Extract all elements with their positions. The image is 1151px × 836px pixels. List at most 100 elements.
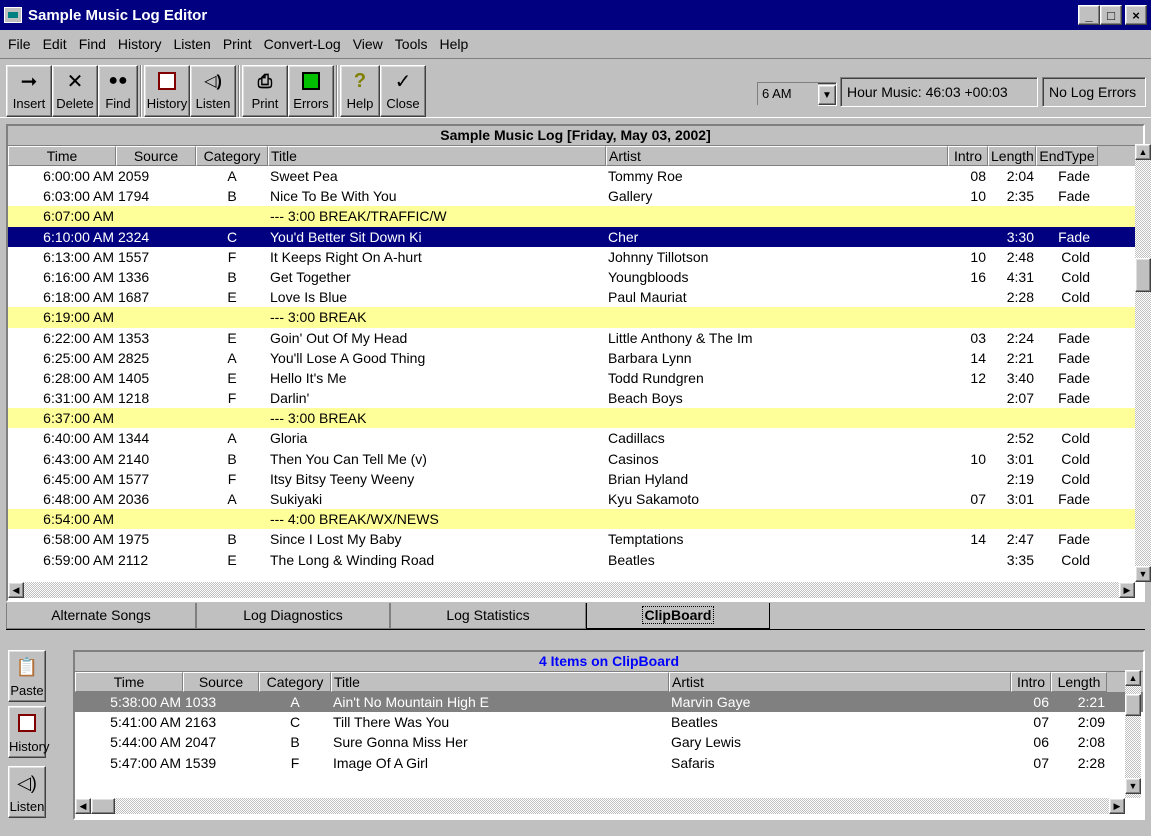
maximize-button[interactable]: □ (1100, 5, 1122, 25)
column-header-source[interactable]: Source (183, 672, 259, 692)
menu-listen[interactable]: Listen (167, 36, 216, 52)
scroll-down-icon[interactable]: ▼ (1125, 778, 1141, 794)
log-horizontal-scrollbar[interactable] (8, 582, 1135, 598)
tab-log-statistics[interactable]: Log Statistics (390, 603, 586, 629)
column-header-title[interactable]: Title (331, 672, 669, 692)
table-row[interactable]: 6:03:00 AM 1794 B Nice To Be With You Galler… (8, 186, 1143, 206)
table-row[interactable]: 6:22:00 AM 1353 E Goin' Out Of My Head Littl… (8, 328, 1143, 348)
break-row[interactable]: 6:19:00 AM --- 3:00 BREAK (8, 307, 1143, 328)
column-header-artist[interactable]: Artist (606, 146, 948, 166)
table-row[interactable]: 6:13:00 AM 1557 F It Keeps Right On A-hurt J… (8, 247, 1143, 267)
column-header-source[interactable]: Source (116, 146, 196, 166)
clip-history-button[interactable]: History (8, 706, 49, 758)
column-header-time[interactable]: Time (75, 672, 183, 692)
menu-print[interactable]: Print (217, 36, 258, 52)
menu-history[interactable]: History (112, 36, 168, 52)
table-row[interactable]: 6:59:00 AM 2112 E The Long & Winding Road Be… (8, 550, 1143, 570)
paste-button[interactable]: 📋 Paste (8, 650, 46, 702)
menu-find[interactable]: Find (73, 36, 112, 52)
menu-convert-log[interactable]: Convert-Log (258, 36, 347, 52)
column-header-intro[interactable]: Intro (1011, 672, 1051, 692)
scroll-right-icon[interactable]: ▶ (1119, 582, 1135, 598)
menu-help[interactable]: Help (433, 36, 474, 52)
break-row[interactable]: 6:37:00 AM --- 3:00 BREAK (8, 408, 1143, 429)
table-row[interactable]: 6:45:00 AM 1577 F Itsy Bitsy Teeny Weeny Bri… (8, 469, 1143, 489)
table-row[interactable]: 6:00:00 AM 2059 A Sweet Pea Tommy Roe 08 2:04 F… (8, 166, 1143, 186)
table-row[interactable]: 6:10:00 AM 2324 C You'd Better Sit Down Ki C… (8, 226, 1143, 247)
clipboard-horizontal-scrollbar[interactable] (75, 798, 1125, 814)
insert-button[interactable]: ➞ Insert (6, 65, 52, 117)
column-header-length[interactable]: Length (988, 146, 1036, 166)
tab-alternate-songs[interactable]: Alternate Songs (6, 603, 196, 629)
clipboard-hscroll-thumb[interactable] (91, 798, 115, 814)
scroll-up-icon[interactable]: ▲ (1125, 670, 1141, 686)
close-window-button[interactable]: × (1125, 5, 1147, 25)
hour-select[interactable]: 6 AM ▼ (757, 82, 837, 107)
table-row[interactable]: 5:41:00 AM 2163 C Till There Was You Beatles… (75, 712, 1143, 732)
errors-button[interactable]: Errors (288, 65, 334, 117)
clipboard-grid[interactable]: 4 Items on ClipBoard Time Source Category T… (73, 650, 1145, 820)
help-button[interactable]: ? Help (340, 65, 380, 117)
cell-category: E (227, 329, 237, 346)
cell-endtype: Cold (1061, 450, 1090, 467)
clip-listen-button[interactable]: ◁) Listen (8, 766, 46, 818)
cell-title: Till There Was You (333, 714, 450, 731)
scroll-up-icon[interactable]: ▲ (1135, 144, 1151, 160)
delete-button[interactable]: ✕ Delete (52, 65, 98, 117)
cell-category: A (290, 694, 300, 710)
listen-button[interactable]: ◁) Listen (190, 65, 236, 117)
menu-file[interactable]: File (2, 36, 37, 52)
menu-view[interactable]: View (347, 36, 389, 52)
cell-source: 1557 (118, 248, 150, 265)
minimize-button[interactable]: _ (1078, 5, 1100, 25)
menu-edit[interactable]: Edit (37, 36, 73, 52)
table-row[interactable]: 6:28:00 AM 1405 E Hello It's Me Todd Rundgre… (8, 368, 1143, 388)
tab-clipboard[interactable]: ClipBoard (586, 603, 770, 629)
table-row[interactable]: 5:44:00 AM 2047 B Sure Gonna Miss Her Gary L… (75, 732, 1143, 752)
column-header-endtype[interactable]: EndType (1036, 146, 1098, 166)
table-row[interactable]: 6:43:00 AM 2140 B Then You Can Tell Me (v) C… (8, 449, 1143, 469)
menu-tools[interactable]: Tools (389, 36, 434, 52)
scroll-down-icon[interactable]: ▼ (1135, 566, 1151, 582)
clipboard-caption: 4 Items on ClipBoard (75, 652, 1143, 672)
find-button[interactable]: ●● Find (98, 65, 138, 117)
music-log-grid[interactable]: Sample Music Log [Friday, May 03, 2002] … (6, 124, 1145, 602)
column-header-category[interactable]: Category (259, 672, 331, 692)
column-header-intro[interactable]: Intro (948, 146, 988, 166)
break-row[interactable]: 6:07:00 AM --- 3:00 BREAK/TRAFFIC/W (8, 206, 1143, 227)
table-row[interactable]: 6:16:00 AM 1336 B Get Together Youngbloods 16… (8, 267, 1143, 287)
table-row[interactable]: 6:48:00 AM 2036 A Sukiyaki Kyu Sakamoto 07 3:0… (8, 489, 1143, 509)
table-row[interactable]: 5:47:00 AM 1539 F Image Of A Girl Safaris 07 2… (75, 753, 1143, 773)
table-row[interactable]: 6:18:00 AM 1687 E Love Is Blue Paul Mauriat 2… (8, 287, 1143, 307)
break-row[interactable]: 6:54:00 AM --- 4:00 BREAK/WX/NEWS (8, 509, 1143, 530)
column-header-title[interactable]: Title (268, 146, 606, 166)
column-header-length[interactable]: Length (1051, 672, 1107, 692)
window-title: Sample Music Log Editor (28, 6, 208, 24)
column-header-category[interactable]: Category (196, 146, 268, 166)
table-row[interactable]: 6:58:00 AM 1975 B Since I Lost My Baby Tempt… (8, 529, 1143, 549)
print-button[interactable]: ⎙ Print (242, 65, 288, 117)
close-button[interactable]: ✓ Close (380, 65, 426, 117)
scroll-left-icon[interactable]: ◀ (75, 798, 91, 814)
column-header-artist[interactable]: Artist (669, 672, 1011, 692)
chevron-down-icon[interactable]: ▼ (818, 85, 836, 105)
column-header-time[interactable]: Time (8, 146, 116, 166)
cell-length: 3:01 (1006, 450, 1034, 467)
table-row[interactable]: 5:38:00 AM 1033 A Ain't No Mountain High E M… (75, 692, 1143, 713)
clipboard-scroll-thumb[interactable] (1125, 694, 1141, 716)
cell-title: Get Together (270, 268, 351, 285)
tab-log-diagnostics[interactable]: Log Diagnostics (196, 603, 390, 629)
log-vertical-scrollbar[interactable] (1135, 144, 1151, 582)
cell-source: 1336 (118, 268, 150, 285)
scroll-right-icon[interactable]: ▶ (1109, 798, 1125, 814)
history-button[interactable]: History (144, 65, 190, 117)
table-row[interactable]: 6:40:00 AM 1344 A Gloria Cadillacs 2:52 Cold (8, 428, 1143, 448)
table-row[interactable]: 6:31:00 AM 1218 F Darlin' Beach Boys 2:07 Fade (8, 388, 1143, 408)
table-row[interactable]: 6:25:00 AM 2825 A You'll Lose A Good Thing B… (8, 348, 1143, 368)
cell-category: A (227, 430, 237, 447)
scroll-left-icon[interactable]: ◀ (8, 582, 24, 598)
cell-intro: 16 (970, 268, 986, 285)
cell-time: 6:28:00 AM (43, 369, 114, 386)
menu-bar: File Edit Find History Listen Print Conv… (0, 31, 1151, 57)
log-scroll-thumb[interactable] (1135, 258, 1151, 292)
